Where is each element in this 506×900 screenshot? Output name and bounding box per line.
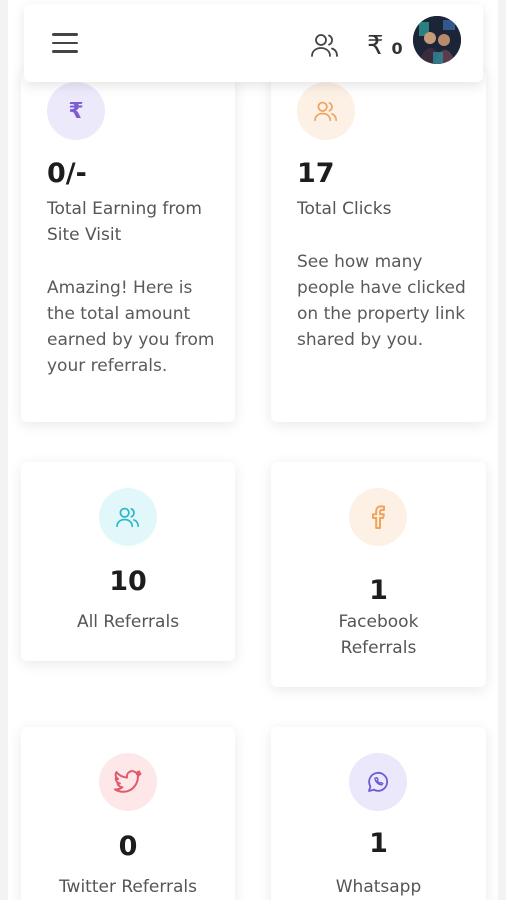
facebook-referrals-label: Facebook Referrals [338,612,419,658]
card-twitter-referrals[interactable]: 0 Twitter Referrals [21,727,235,900]
wallet-amount: 0 [391,38,403,58]
top-bar: ₹ 0 [24,4,483,82]
twitter-icon [114,770,142,793]
rupee-icon-circle: ₹ [47,82,105,140]
total-earning-label: Total Earning from Site Visit [47,199,202,245]
facebook-icon-circle [349,488,407,546]
total-earning-description: Amazing! Here is the total amount earned… [47,278,215,376]
card-facebook-referrals[interactable]: 1 Facebook Referrals [271,462,486,687]
card-whatsapp-referrals[interactable]: 1 Whatsapp [271,727,486,900]
referrals-people-icon[interactable] [310,32,340,58]
card-all-referrals[interactable]: 10 All Referrals [21,462,235,661]
twitter-referrals-label: Twitter Referrals [58,877,197,897]
people-icon [314,101,338,122]
whatsapp-referrals-value: 1 [369,828,388,859]
people-icon-circle [297,82,355,140]
card-total-earning: ₹ 0/- Total Earning from Site Visit Amaz… [21,70,235,422]
people-icon [116,507,139,528]
rupee-icon: ₹ [68,98,84,124]
rupee-icon: ₹ [367,31,384,61]
facebook-icon [372,505,385,529]
whatsapp-icon [368,771,388,792]
total-clicks-label: Total Clicks [297,199,392,219]
twitter-referrals-value: 0 [118,831,138,862]
whatsapp-referrals-label: Whatsapp [335,877,422,897]
total-clicks-description: See how many people have clicked on the … [297,252,466,350]
total-clicks-value: 17 [297,158,335,189]
wallet-balance[interactable]: ₹ 0 [367,31,403,61]
all-referrals-value: 10 [109,566,147,597]
people-icon-circle [99,488,157,546]
avatar[interactable] [413,16,461,64]
facebook-referrals-value: 1 [369,575,388,606]
menu-icon[interactable] [52,33,78,53]
total-earning-value: 0/- [47,158,87,189]
card-total-clicks: 17 Total Clicks See how many people have… [271,70,486,422]
twitter-icon-circle [99,753,157,811]
whatsapp-icon-circle [349,753,407,811]
all-referrals-label: All Referrals [76,612,180,632]
